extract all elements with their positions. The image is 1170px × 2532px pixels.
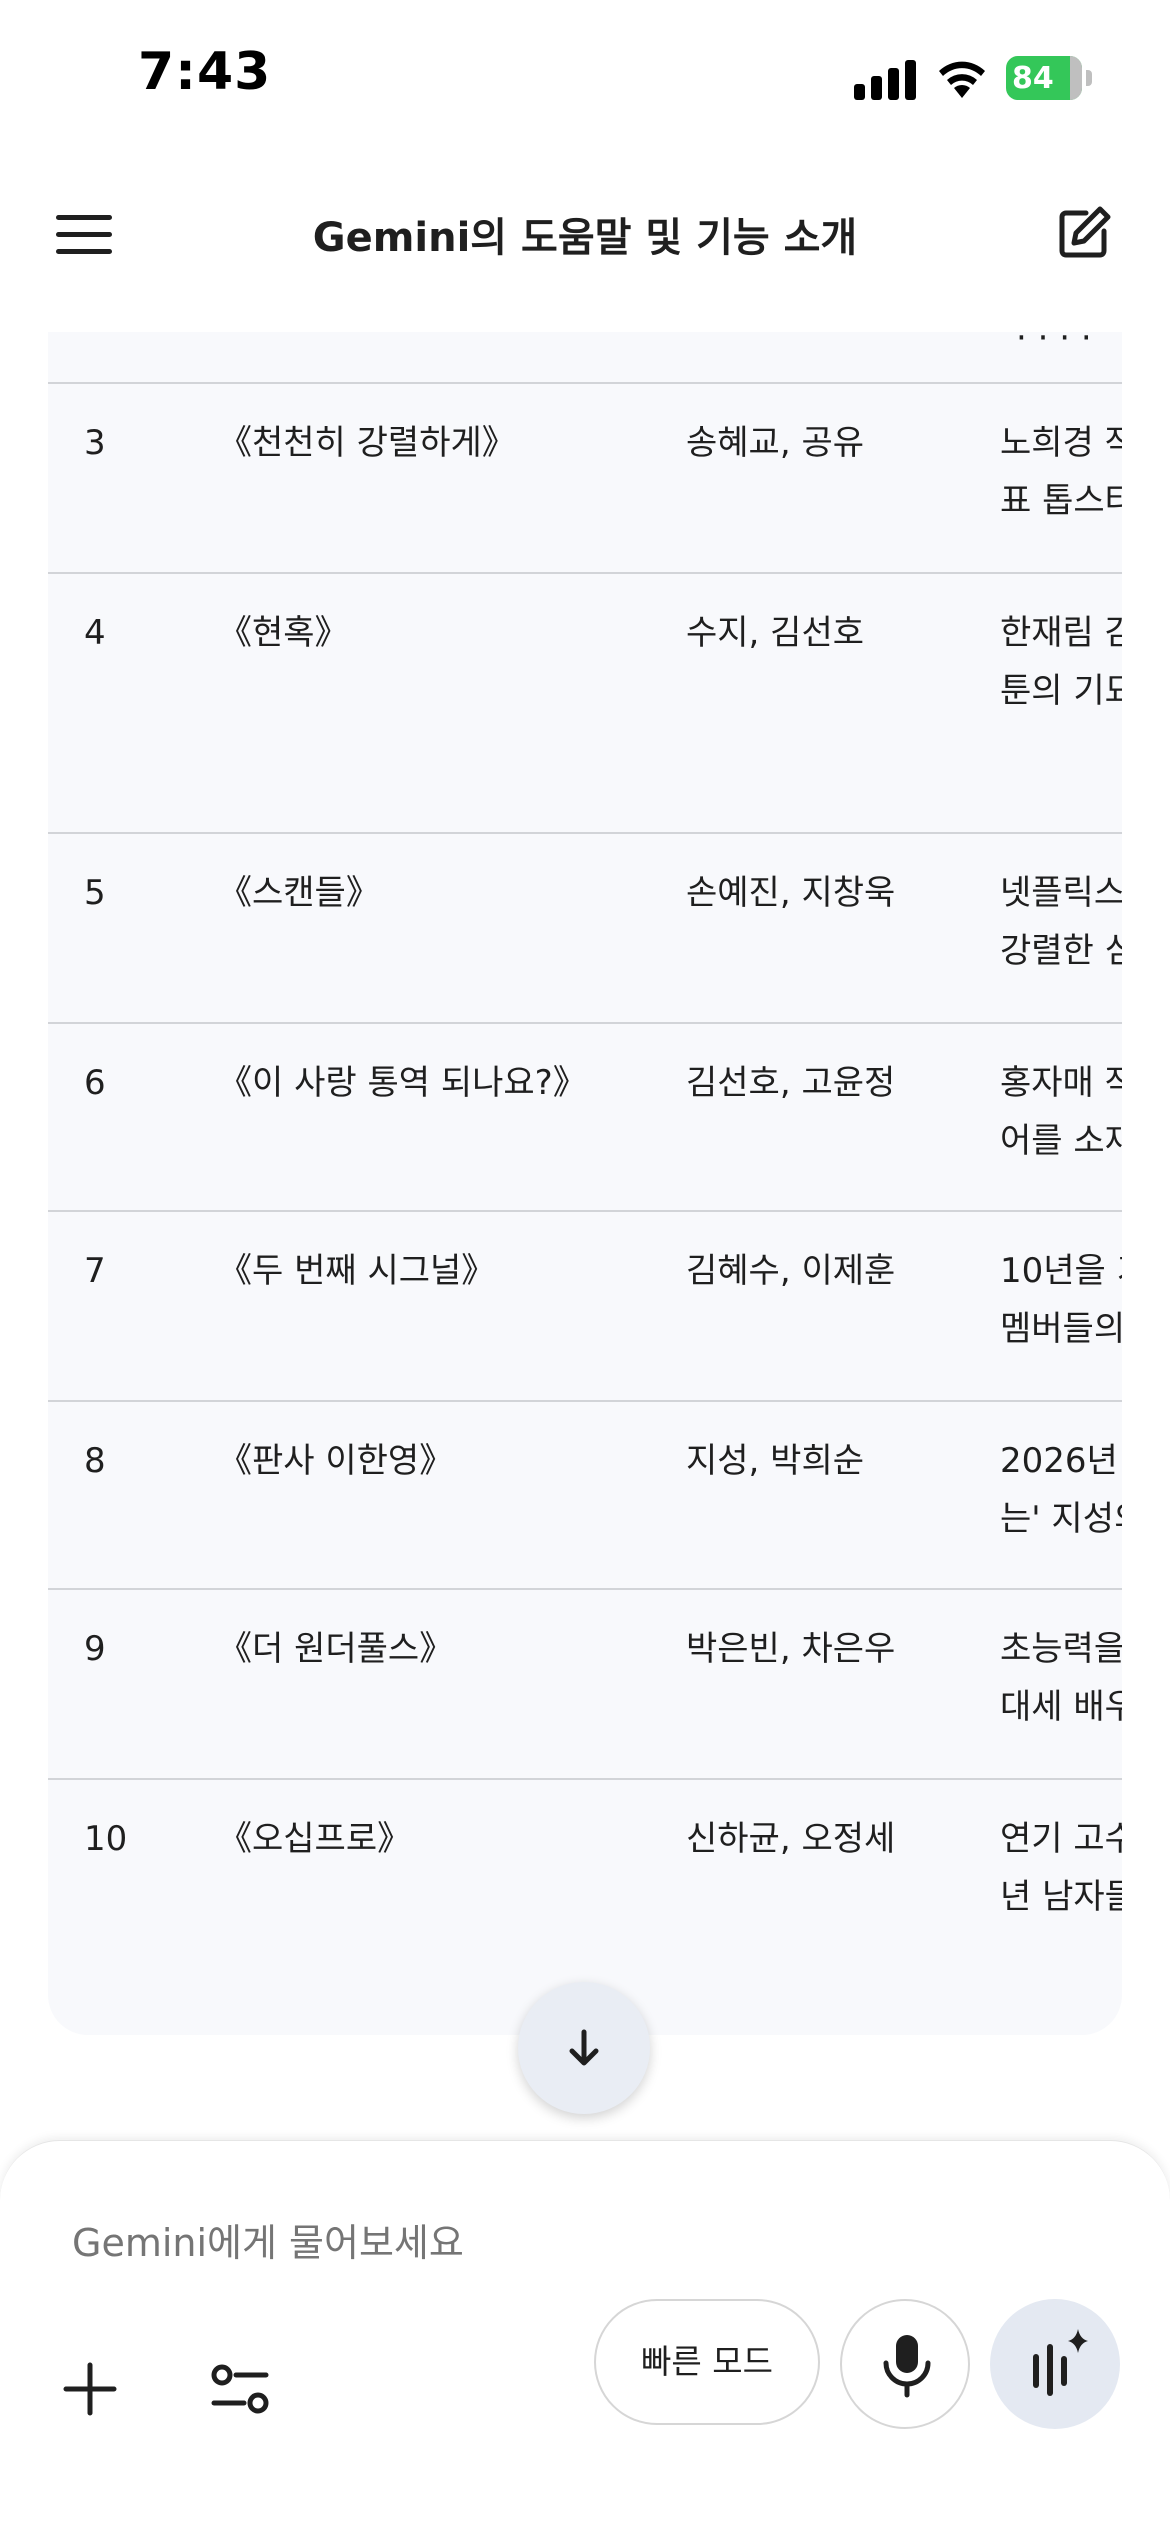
rank-cell: 4 <box>84 613 106 653</box>
mode-selector-button[interactable]: 빠른 모드 <box>594 2299 820 2425</box>
plus-icon[interactable] <box>60 2359 120 2419</box>
screen: 7:43 84 Gemini의 도움말 및 기능 소개 · · · · 3 《천… <box>0 0 1170 2532</box>
table-row: 4 《현혹》 수지, 김선호 한재림 감 툰의 기묘 <box>48 572 1122 832</box>
prompt-composer: 빠른 모드 <box>0 2140 1170 2532</box>
scroll-to-bottom-button[interactable] <box>518 1982 650 2114</box>
description-cell: 연기 고수 년 남자들 <box>1000 1819 1122 1917</box>
table-row: 7 《두 번째 시그널》 김혜수, 이제훈 10년을 기멤버들의 <box>48 1210 1122 1400</box>
title-cell: 《천천히 강렬하게》 <box>218 423 516 463</box>
status-time: 7:43 <box>138 42 272 102</box>
status-bar: 7:43 84 <box>0 0 1170 150</box>
rank-cell: 7 <box>84 1251 106 1291</box>
sparkle-waveform-icon <box>1033 2329 1088 2396</box>
description-cell: 노희경 작표 톱스타 <box>1000 423 1122 521</box>
table-cut-off-text: · · · · <box>1016 332 1092 358</box>
cast-cell: 손예진, 지창욱 <box>686 873 896 913</box>
app-header: Gemini의 도움말 및 기능 소개 <box>0 175 1170 295</box>
title-cell: 《더 원더풀스》 <box>218 1629 454 1669</box>
arrow-down-icon <box>569 2029 599 2066</box>
rank-cell: 9 <box>84 1629 106 1669</box>
title-cell: 《현혹》 <box>218 613 349 653</box>
rank-cell: 5 <box>84 873 106 913</box>
prompt-input[interactable] <box>72 2211 972 2275</box>
description-cell: 10년을 기멤버들의 <box>1000 1251 1122 1349</box>
battery-indicator: 84 <box>1006 56 1092 100</box>
rank-cell: 10 <box>84 1819 128 1859</box>
title-cell: 《이 사랑 통역 되나요?》 <box>218 1063 587 1103</box>
cast-cell: 김선호, 고윤정 <box>686 1063 896 1103</box>
tools-icon[interactable] <box>208 2357 272 2421</box>
wifi-icon <box>939 61 985 98</box>
description-cell: 홍자매 작 어를 소재 <box>1000 1063 1122 1161</box>
table-row: 6 《이 사랑 통역 되나요?》 김선호, 고윤정 홍자매 작 어를 소재 <box>48 1022 1122 1210</box>
rank-cell: 3 <box>84 423 106 463</box>
cast-cell: 지성, 박희순 <box>686 1441 865 1481</box>
table-row: 3 《천천히 강렬하게》 송혜교, 공유 노희경 작표 톱스타 <box>48 382 1122 572</box>
table-row: 9 《더 원더풀스》 박은빈, 차은우 초능력을 대세 배우 <box>48 1588 1122 1778</box>
cast-cell: 수지, 김선호 <box>686 613 865 653</box>
mic-icon <box>883 2335 931 2398</box>
title-cell: 《스캔들》 <box>218 873 380 913</box>
mic-button[interactable] <box>840 2299 970 2429</box>
cellular-signal-icon <box>854 60 916 100</box>
table-row: 5 《스캔들》 손예진, 지창욱 넷플릭스 강렬한 심 <box>48 832 1122 1022</box>
edit-icon[interactable] <box>1056 205 1112 261</box>
cast-cell: 김혜수, 이제훈 <box>686 1251 896 1291</box>
table-row: 8 《판사 이한영》 지성, 박희순 2026년는' 지성의 <box>48 1400 1122 1588</box>
description-cell: 넷플릭스 강렬한 심 <box>1000 873 1122 971</box>
cast-cell: 신하균, 오정세 <box>686 1819 896 1859</box>
description-cell: 한재림 감 툰의 기묘 <box>1000 613 1122 711</box>
live-button[interactable] <box>990 2299 1120 2429</box>
page-title: Gemini의 도움말 및 기능 소개 <box>312 215 858 261</box>
description-cell: 2026년는' 지성의 <box>1000 1441 1122 1539</box>
title-cell: 《판사 이한영》 <box>218 1441 454 1481</box>
title-cell: 《오십프로》 <box>218 1819 412 1859</box>
cast-cell: 박은빈, 차은우 <box>686 1629 896 1669</box>
rank-cell: 8 <box>84 1441 106 1481</box>
battery-level: 84 <box>1012 61 1054 96</box>
cast-cell: 송혜교, 공유 <box>686 423 865 463</box>
description-cell: 초능력을 대세 배우 <box>1000 1629 1122 1727</box>
title-cell: 《두 번째 시그널》 <box>218 1251 496 1291</box>
rank-cell: 6 <box>84 1063 106 1103</box>
drama-table: · · · · 3 《천천히 강렬하게》 송혜교, 공유 노희경 작표 톱스타 … <box>48 332 1122 2035</box>
